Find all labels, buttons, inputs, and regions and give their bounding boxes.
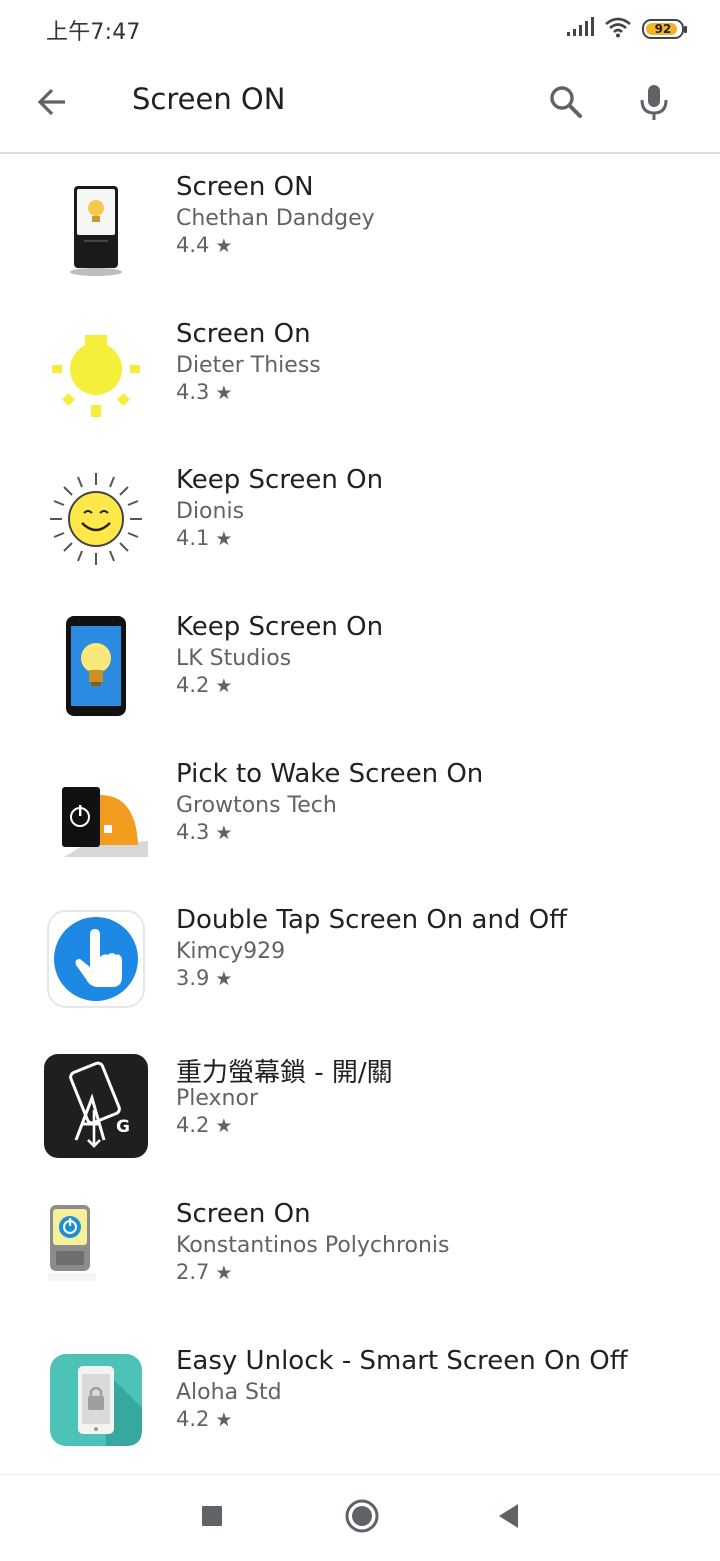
app-title: 重力螢幕鎖 - 開/關	[176, 1058, 393, 1089]
app-developer: Aloha Std	[176, 1379, 282, 1405]
battery-icon: 92	[642, 19, 687, 39]
app-rating: 4.2 ★	[176, 673, 232, 697]
back-triangle-icon	[496, 1502, 522, 1534]
app-result-item[interactable]: Double Tap Screen On and Off Kimcy929 3.…	[0, 893, 720, 1040]
home-button[interactable]	[337, 1493, 387, 1543]
power-device-icon	[44, 1201, 148, 1305]
rating-value: 4.4	[176, 233, 210, 257]
battery-text: 92	[654, 22, 672, 36]
app-title: Screen On	[176, 318, 311, 349]
battery-cap	[684, 26, 687, 33]
app-developer: Konstantinos Polychronis	[176, 1232, 450, 1258]
app-developer: Chethan Dandgey	[176, 206, 375, 231]
app-title: Keep Screen On	[176, 612, 384, 643]
app-title: Easy Unlock - Smart Screen On Off	[176, 1345, 628, 1376]
status-icons: 92	[566, 16, 687, 42]
app-result-item[interactable]: Screen On Dieter Thiess 4.3 ★	[0, 307, 720, 454]
smiling-sun-icon	[44, 467, 148, 571]
home-circle-icon	[344, 1498, 380, 1538]
system-back-button[interactable]	[484, 1493, 534, 1543]
star-icon: ★	[215, 381, 233, 404]
app-result-item[interactable]: Screen On Konstantinos Polychronis 2.7 ★	[0, 1187, 720, 1334]
back-arrow-icon	[35, 85, 69, 123]
back-button[interactable]	[26, 78, 78, 130]
rating-value: 3.9	[176, 966, 210, 991]
app-developer: LK Studios	[176, 646, 292, 672]
app-rating: 4.2 ★	[176, 1407, 232, 1431]
app-result-item[interactable]: Keep Screen On LK Studios 4.2 ★	[0, 600, 720, 747]
system-nav-bar	[0, 1474, 720, 1561]
app-result-item[interactable]: Easy Unlock - Smart Screen On Off Aloha …	[0, 1334, 720, 1481]
app-result-item[interactable]: G 重力螢幕鎖 - 開/關 Plexnor 4.2 ★	[0, 1040, 720, 1187]
app-rating: 4.3 ★	[176, 380, 232, 404]
app-developer: Dionis	[176, 499, 245, 525]
rating-value: 4.3	[176, 819, 210, 844]
star-icon: ★	[215, 1408, 233, 1431]
search-button[interactable]	[540, 78, 592, 130]
svg-text:G: G	[116, 1117, 130, 1137]
star-icon: ★	[215, 821, 233, 844]
status-time: 上午7:47	[46, 20, 141, 45]
rating-value: 2.7	[176, 1259, 210, 1284]
star-icon: ★	[215, 235, 233, 257]
app-developer: Kimcy929	[176, 939, 286, 965]
app-title: Pick to Wake Screen On	[176, 758, 484, 789]
recents-square-icon	[200, 1504, 224, 1532]
rating-value: 4.2	[176, 673, 210, 698]
search-app-bar: Screen ON	[0, 58, 720, 154]
status-bar: 上午7:47 92	[0, 0, 720, 58]
app-rating: 4.1 ★	[176, 526, 232, 550]
lamp-device-icon	[44, 174, 148, 278]
rating-value: 4.2	[176, 1406, 210, 1431]
search-icon	[548, 84, 584, 124]
yellow-bulb-icon	[44, 321, 148, 425]
app-title: Double Tap Screen On and Off	[176, 905, 568, 936]
power-phone-icon	[44, 761, 148, 865]
tap-hand-icon	[44, 907, 148, 1011]
app-title: Screen ON	[176, 172, 314, 202]
voice-search-button[interactable]	[628, 78, 680, 130]
app-result-item[interactable]: Keep Screen On Dionis 4.1 ★	[0, 453, 720, 600]
recents-button[interactable]	[187, 1493, 237, 1543]
star-icon: ★	[215, 1115, 233, 1138]
signal-icon	[566, 17, 594, 41]
rating-value: 4.1	[176, 526, 210, 551]
app-rating: 2.7 ★	[176, 1260, 232, 1284]
star-icon: ★	[215, 675, 233, 698]
search-query-field[interactable]: Screen ON	[132, 82, 285, 116]
wifi-icon	[604, 16, 632, 42]
app-result-item[interactable]: Pick to Wake Screen On Growtons Tech 4.3…	[0, 747, 720, 894]
mic-icon	[639, 83, 669, 125]
app-developer: Plexnor	[176, 1086, 258, 1112]
unlock-phone-icon	[44, 1348, 148, 1452]
app-developer: Dieter Thiess	[176, 352, 321, 378]
star-icon: ★	[215, 968, 233, 991]
app-rating: 4.4 ★	[176, 233, 232, 257]
star-icon: ★	[215, 1261, 233, 1284]
app-rating: 4.3 ★	[176, 820, 232, 844]
app-result-item[interactable]: Screen ON Chethan Dandgey 4.4 ★	[0, 160, 720, 307]
rating-value: 4.3	[176, 379, 210, 404]
star-icon: ★	[215, 528, 233, 551]
app-rating: 3.9 ★	[176, 966, 232, 990]
search-results-list: Screen ON Chethan Dandgey 4.4 ★ Screen On…	[0, 160, 720, 1480]
app-title: Keep Screen On	[176, 465, 384, 496]
phone-bulb-icon	[44, 614, 148, 718]
rating-value: 4.2	[176, 1113, 210, 1138]
app-title: Screen On	[176, 1198, 311, 1229]
gravity-lock-icon: G	[44, 1054, 148, 1159]
app-developer: Growtons Tech	[176, 792, 337, 818]
app-rating: 4.2 ★	[176, 1113, 232, 1137]
